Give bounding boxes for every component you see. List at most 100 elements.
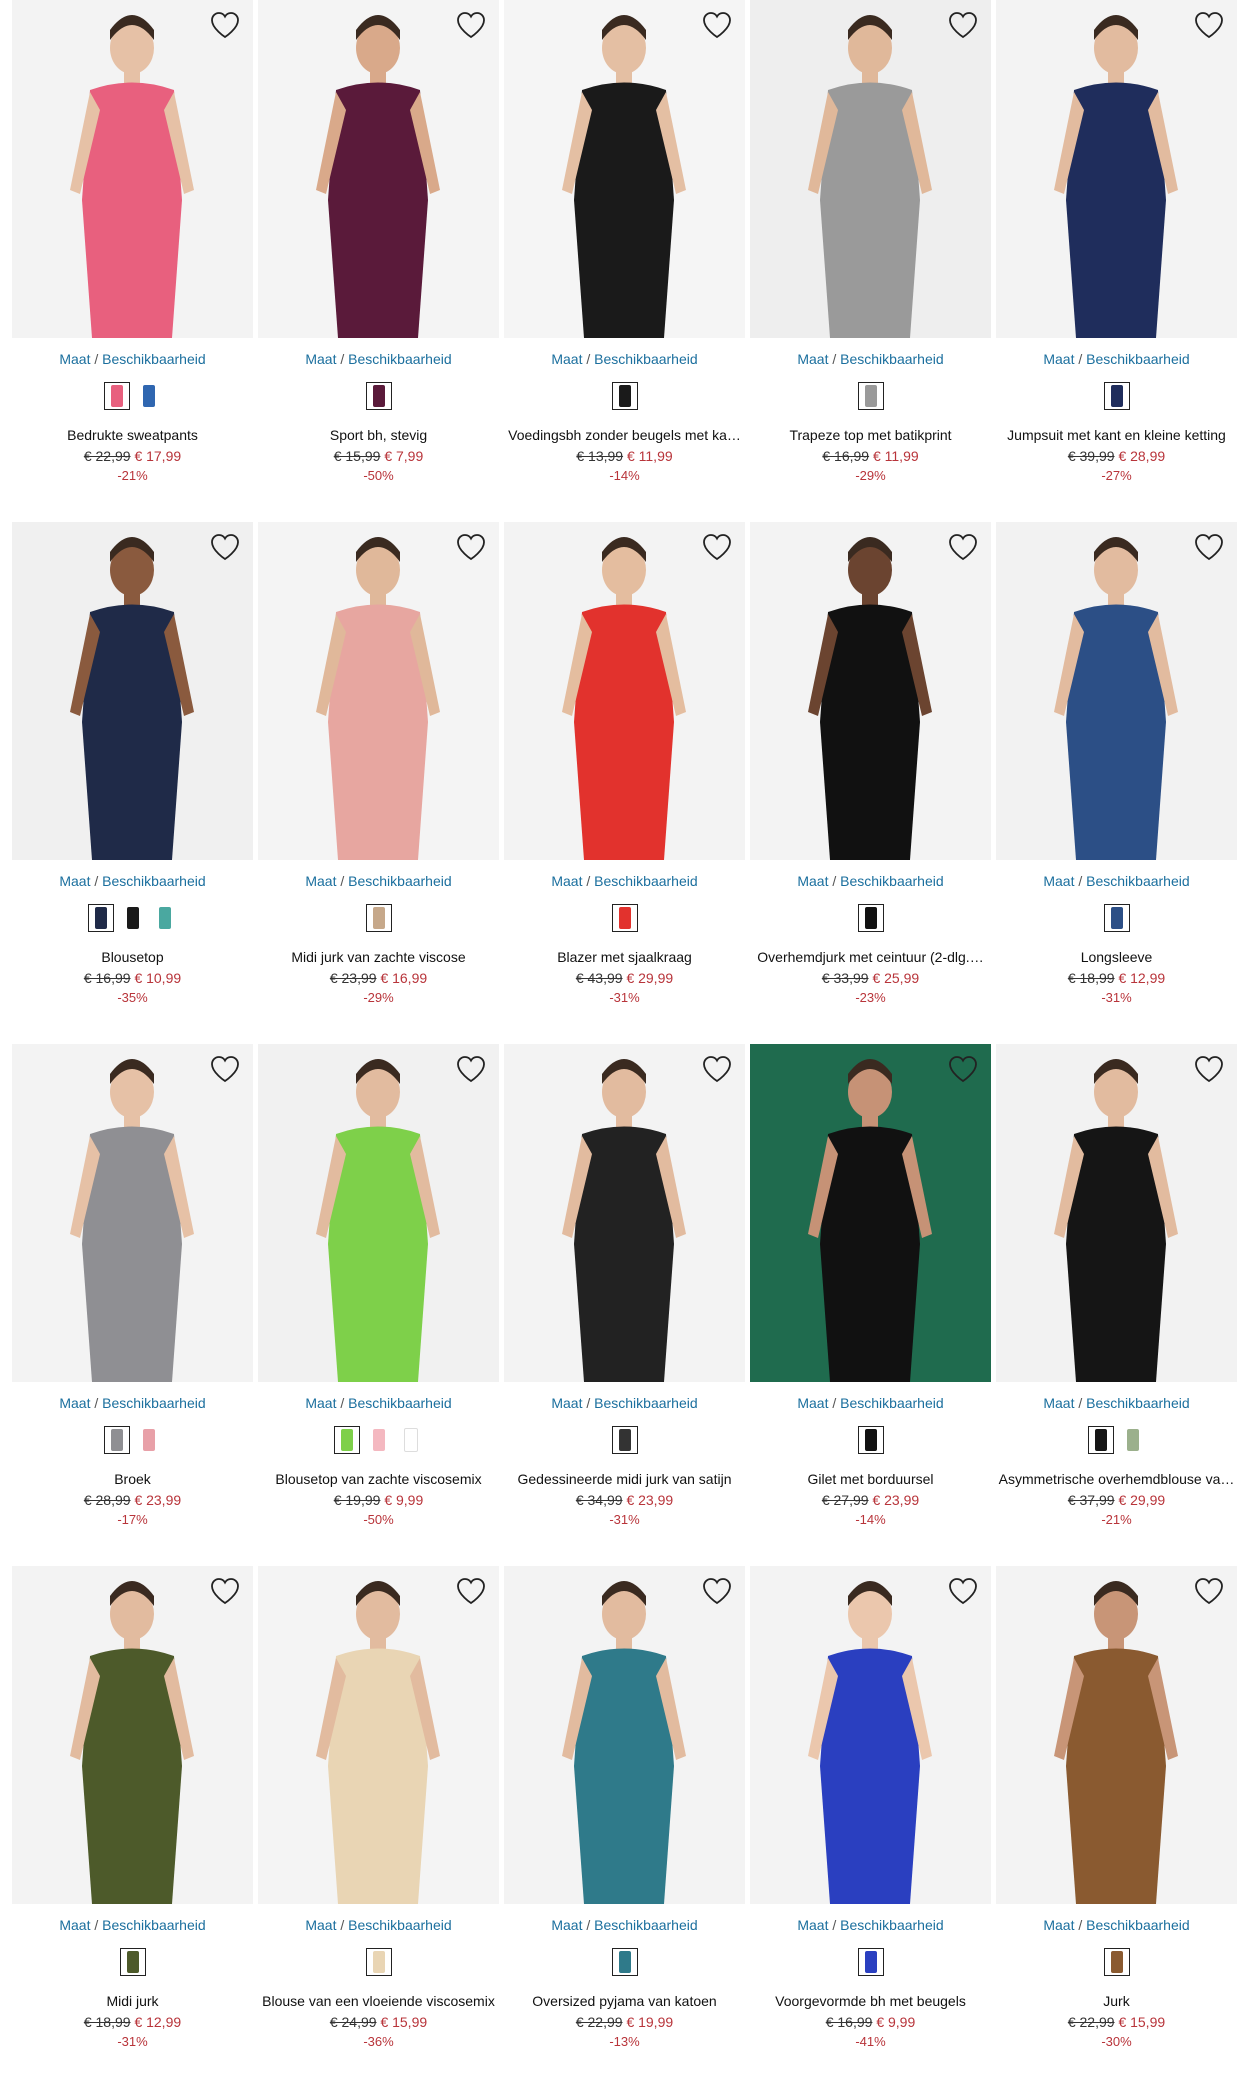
size-label[interactable]: Maat — [551, 351, 582, 367]
product-image[interactable] — [996, 1044, 1237, 1382]
size-availability-link[interactable]: Maat / Beschikbaarheid — [258, 1916, 499, 1934]
size-label[interactable]: Maat — [305, 1395, 336, 1411]
wishlist-heart-icon[interactable] — [947, 1576, 979, 1606]
wishlist-heart-icon[interactable] — [209, 1054, 241, 1084]
product-image[interactable] — [504, 1044, 745, 1382]
product-image[interactable] — [258, 522, 499, 860]
size-availability-link[interactable]: Maat / Beschikbaarheid — [12, 872, 253, 890]
size-label[interactable]: Maat — [1043, 873, 1074, 889]
product-title[interactable]: Trapeze top met batikprint — [750, 426, 991, 444]
product-card[interactable]: Maat / Beschikbaarheid Bedrukte sweatpan… — [12, 0, 253, 522]
size-label[interactable]: Maat — [1043, 1395, 1074, 1411]
size-availability-link[interactable]: Maat / Beschikbaarheid — [504, 350, 745, 368]
color-swatch[interactable] — [136, 1426, 162, 1454]
availability-label[interactable]: Beschikbaarheid — [102, 351, 206, 367]
product-image[interactable] — [750, 1044, 991, 1382]
product-title[interactable]: Gilet met borduursel — [750, 1470, 991, 1488]
wishlist-heart-icon[interactable] — [455, 532, 487, 562]
color-swatch[interactable] — [1087, 1426, 1114, 1454]
product-card[interactable]: Maat / Beschikbaarheid Gedessineerde mid… — [504, 1044, 745, 1566]
size-label[interactable]: Maat — [1043, 351, 1074, 367]
color-swatch[interactable] — [87, 904, 114, 932]
product-title[interactable]: Jumpsuit met kant en kleine ketting — [996, 426, 1237, 444]
size-availability-link[interactable]: Maat / Beschikbaarheid — [996, 872, 1237, 890]
product-title[interactable]: Longsleeve — [996, 948, 1237, 966]
product-card[interactable]: Maat / Beschikbaarheid Voorgevormde bh m… — [750, 1566, 991, 2088]
product-image[interactable] — [504, 1566, 745, 1904]
size-availability-link[interactable]: Maat / Beschikbaarheid — [750, 872, 991, 890]
availability-label[interactable]: Beschikbaarheid — [594, 1395, 698, 1411]
product-card[interactable]: Maat / Beschikbaarheid Oversized pyjama … — [504, 1566, 745, 2088]
product-title[interactable]: Bedrukte sweatpants — [12, 426, 253, 444]
product-title[interactable]: Gedessineerde midi jurk van satijn — [504, 1470, 745, 1488]
product-card[interactable]: Maat / Beschikbaarheid Gilet met borduur… — [750, 1044, 991, 1566]
wishlist-heart-icon[interactable] — [455, 1576, 487, 1606]
color-swatch[interactable] — [857, 382, 884, 410]
availability-label[interactable]: Beschikbaarheid — [840, 1917, 944, 1933]
availability-label[interactable]: Beschikbaarheid — [840, 1395, 944, 1411]
product-title[interactable]: Voedingsbh zonder beugels met ka… — [504, 426, 745, 444]
wishlist-heart-icon[interactable] — [701, 532, 733, 562]
product-title[interactable]: Overhemdjurk met ceintuur (2-dlg.… — [750, 948, 991, 966]
color-swatch[interactable] — [333, 1426, 360, 1454]
product-card[interactable]: Maat / Beschikbaarheid Overhemdjurk met … — [750, 522, 991, 1044]
product-image[interactable] — [750, 522, 991, 860]
color-swatch[interactable] — [365, 382, 392, 410]
product-card[interactable]: Maat / Beschikbaarheid Blouse van een vl… — [258, 1566, 499, 2088]
product-image[interactable] — [258, 0, 499, 338]
product-card[interactable]: Maat / Beschikbaarheid Jurk € 22,99 € 15… — [996, 1566, 1237, 2088]
color-swatch[interactable] — [1103, 904, 1130, 932]
wishlist-heart-icon[interactable] — [947, 10, 979, 40]
color-swatch[interactable] — [1103, 382, 1130, 410]
color-swatch[interactable] — [611, 382, 638, 410]
color-swatch[interactable] — [611, 904, 638, 932]
product-image[interactable] — [750, 1566, 991, 1904]
size-availability-link[interactable]: Maat / Beschikbaarheid — [996, 1916, 1237, 1934]
product-image[interactable] — [504, 522, 745, 860]
product-card[interactable]: Maat / Beschikbaarheid Midi jurk € 18,99… — [12, 1566, 253, 2088]
product-image[interactable] — [996, 522, 1237, 860]
availability-label[interactable]: Beschikbaarheid — [1086, 1917, 1190, 1933]
availability-label[interactable]: Beschikbaarheid — [594, 351, 698, 367]
product-title[interactable]: Midi jurk — [12, 1992, 253, 2010]
size-label[interactable]: Maat — [797, 351, 828, 367]
color-swatch[interactable] — [103, 382, 130, 410]
size-availability-link[interactable]: Maat / Beschikbaarheid — [750, 350, 991, 368]
availability-label[interactable]: Beschikbaarheid — [102, 873, 206, 889]
size-label[interactable]: Maat — [305, 1917, 336, 1933]
availability-label[interactable]: Beschikbaarheid — [840, 873, 944, 889]
wishlist-heart-icon[interactable] — [455, 10, 487, 40]
product-image[interactable] — [12, 522, 253, 860]
color-swatch[interactable] — [611, 1426, 638, 1454]
availability-label[interactable]: Beschikbaarheid — [840, 351, 944, 367]
availability-label[interactable]: Beschikbaarheid — [594, 873, 698, 889]
size-label[interactable]: Maat — [551, 1395, 582, 1411]
size-availability-link[interactable]: Maat / Beschikbaarheid — [504, 1916, 745, 1934]
size-label[interactable]: Maat — [305, 873, 336, 889]
wishlist-heart-icon[interactable] — [1193, 1054, 1225, 1084]
size-availability-link[interactable]: Maat / Beschikbaarheid — [12, 1916, 253, 1934]
product-title[interactable]: Blouse van een vloeiende viscosemix — [258, 1992, 499, 2010]
color-swatch[interactable] — [120, 904, 146, 932]
product-card[interactable]: Maat / Beschikbaarheid Sport bh, stevig … — [258, 0, 499, 522]
color-swatch[interactable] — [365, 904, 392, 932]
product-title[interactable]: Blazer met sjaalkraag — [504, 948, 745, 966]
product-image[interactable] — [996, 1566, 1237, 1904]
availability-label[interactable]: Beschikbaarheid — [102, 1395, 206, 1411]
wishlist-heart-icon[interactable] — [209, 10, 241, 40]
color-swatch[interactable] — [103, 1426, 130, 1454]
size-availability-link[interactable]: Maat / Beschikbaarheid — [258, 350, 499, 368]
product-title[interactable]: Midi jurk van zachte viscose — [258, 948, 499, 966]
availability-label[interactable]: Beschikbaarheid — [348, 873, 452, 889]
size-label[interactable]: Maat — [797, 1917, 828, 1933]
size-availability-link[interactable]: Maat / Beschikbaarheid — [750, 1916, 991, 1934]
color-swatch[interactable] — [365, 1948, 392, 1976]
product-title[interactable]: Asymmetrische overhemdblouse va… — [996, 1470, 1237, 1488]
product-card[interactable]: Maat / Beschikbaarheid Midi jurk van zac… — [258, 522, 499, 1044]
wishlist-heart-icon[interactable] — [1193, 532, 1225, 562]
product-card[interactable]: Maat / Beschikbaarheid Voedingsbh zonder… — [504, 0, 745, 522]
product-card[interactable]: Maat / Beschikbaarheid Asymmetrische ove… — [996, 1044, 1237, 1566]
wishlist-heart-icon[interactable] — [1193, 10, 1225, 40]
size-label[interactable]: Maat — [551, 1917, 582, 1933]
size-label[interactable]: Maat — [305, 351, 336, 367]
